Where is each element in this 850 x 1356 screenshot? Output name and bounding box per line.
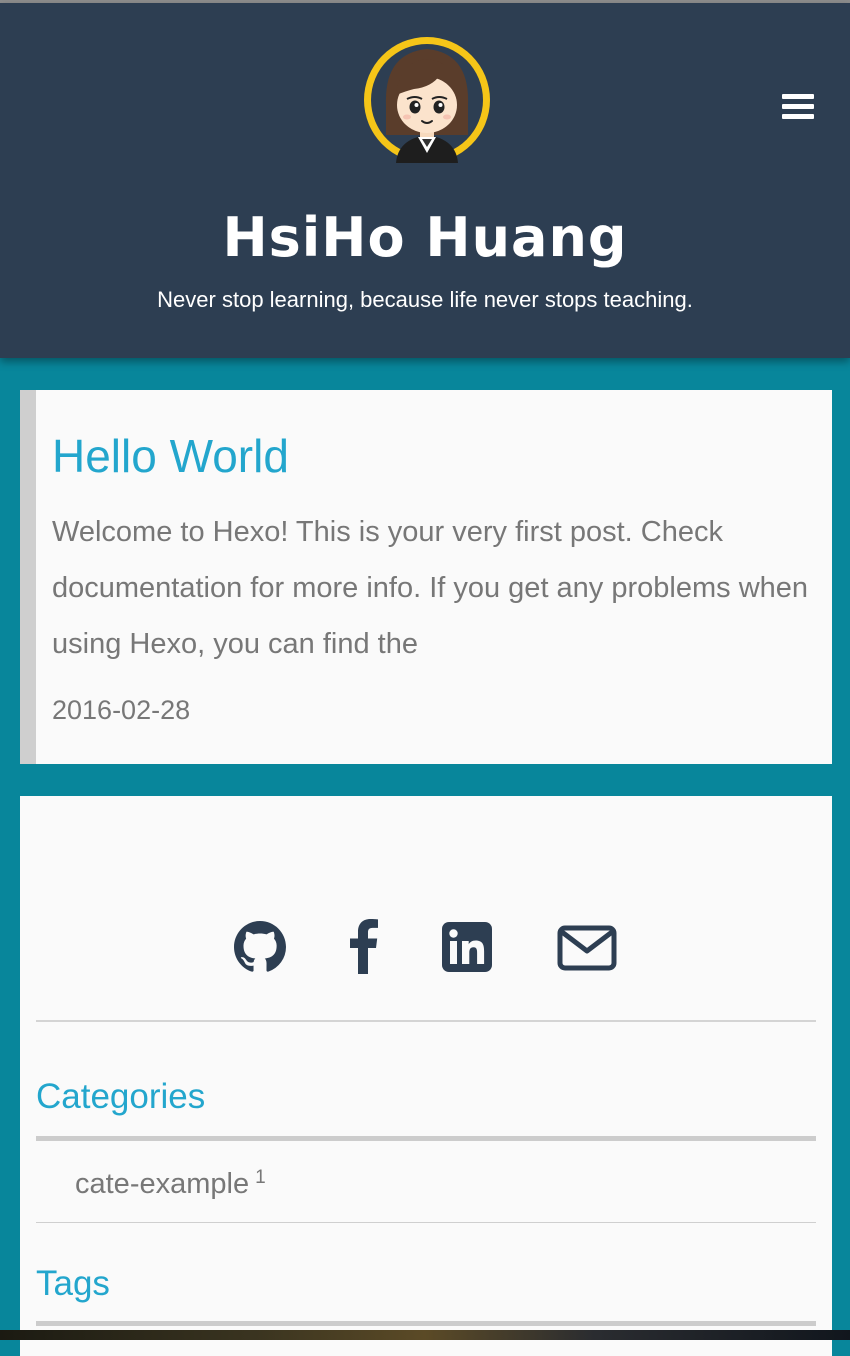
background-image-strip (0, 1330, 850, 1340)
category-link[interactable]: cate-example 1 (75, 1162, 266, 1206)
hamburger-icon-bar (782, 104, 814, 109)
post-date: 2016-02-28 (52, 695, 191, 725)
mail-icon (557, 925, 617, 971)
category-name: cate-example (75, 1168, 250, 1200)
social-links (20, 918, 832, 988)
site-title[interactable]: HsiHo Huang (0, 198, 850, 278)
linkedin-icon (442, 922, 492, 972)
categories-heading: Categories (36, 1077, 206, 1116)
divider (36, 1020, 816, 1022)
site-header: HsiHo Huang Never stop learning, because… (0, 3, 850, 358)
hamburger-icon-bar (782, 94, 814, 99)
github-icon (234, 921, 286, 972)
category-count: 1 (255, 1167, 266, 1188)
tags-heading: Tags (36, 1264, 110, 1303)
linkedin-link[interactable] (442, 918, 492, 977)
github-link[interactable] (234, 918, 286, 978)
site-subtitle: Never stop learning, because life never … (157, 287, 693, 312)
post-title-link[interactable]: Hello World (52, 428, 289, 484)
hamburger-icon-bar (782, 114, 814, 119)
post-card: Hello World Welcome to Hexo! This is you… (20, 390, 832, 764)
facebook-link[interactable] (348, 918, 378, 979)
tags-heading-rule (36, 1321, 816, 1326)
facebook-icon (350, 919, 378, 974)
avatar[interactable] (362, 35, 492, 165)
post-excerpt: Welcome to Hexo! This is your very first… (52, 516, 809, 660)
email-link[interactable] (557, 918, 617, 976)
categories-heading-rule (36, 1136, 816, 1141)
divider (36, 1222, 816, 1223)
menu-toggle-button[interactable] (782, 94, 814, 122)
sidebar-card: Categories cate-example 1 Tags (20, 796, 832, 1356)
